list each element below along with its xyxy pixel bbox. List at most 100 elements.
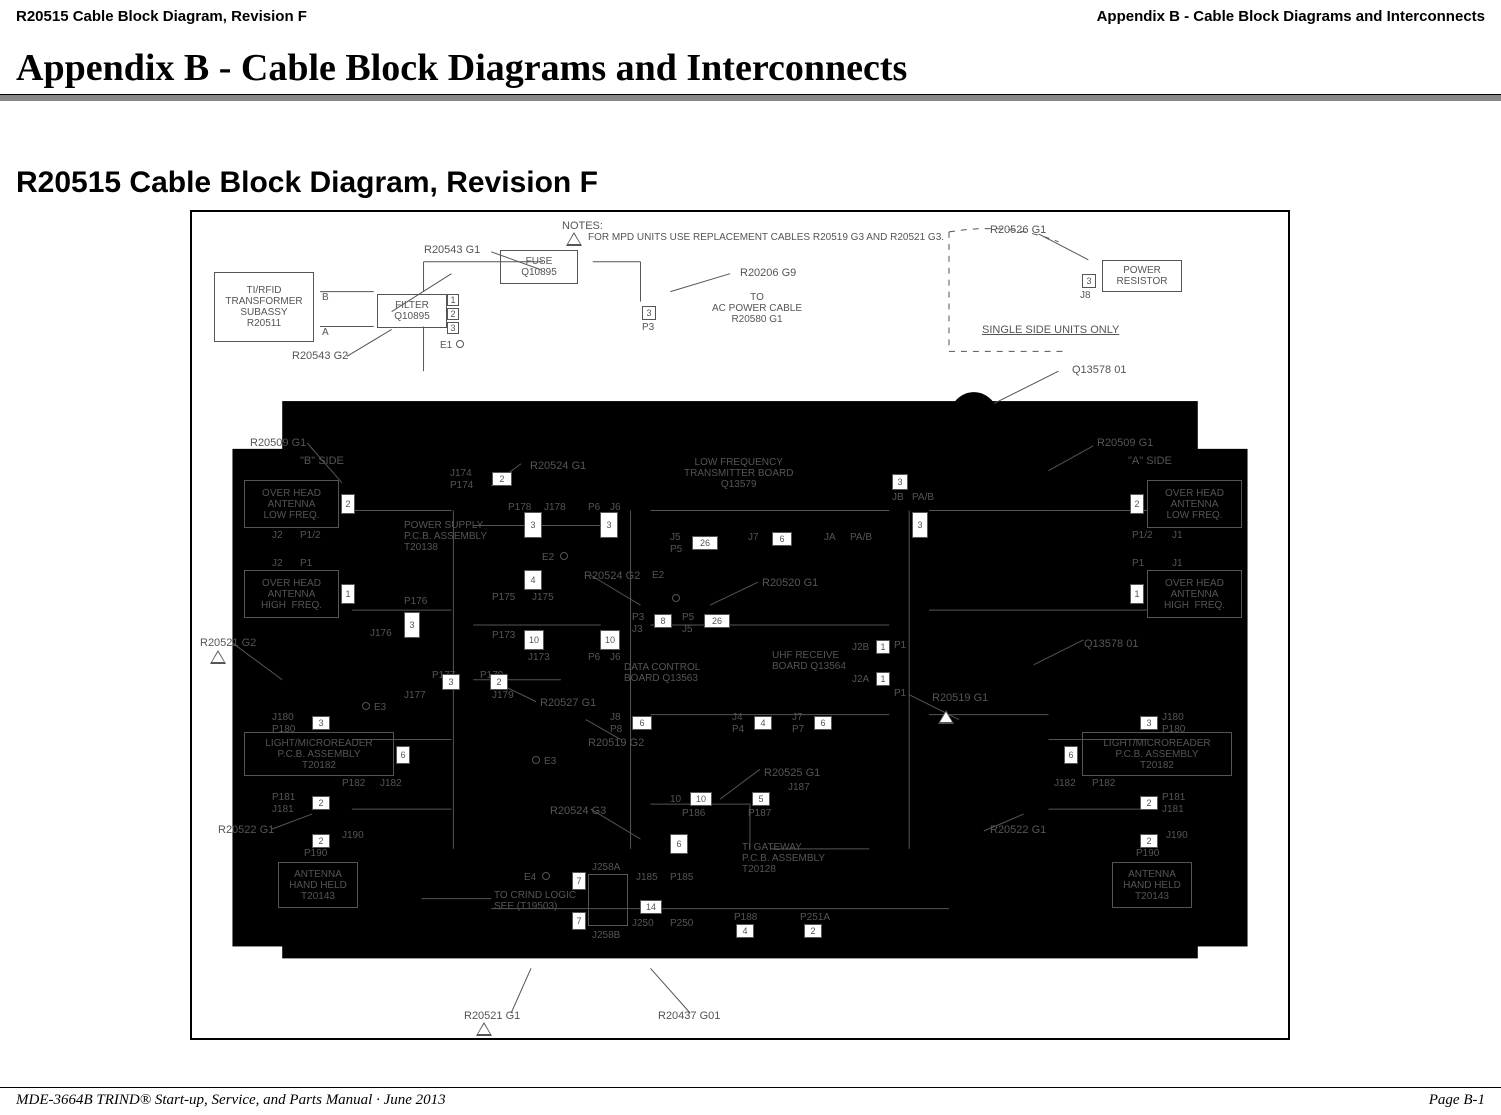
label-q13578-01-a: Q13578 01 — [1072, 364, 1126, 376]
label-j7-a: J7 — [748, 532, 759, 543]
pin-1: 1 — [447, 294, 459, 306]
label-p182b: P182 — [342, 778, 365, 789]
pin-2-lfb: 2 — [341, 494, 355, 514]
label-r20524-g1: R20524 G1 — [530, 460, 586, 472]
label-r20524-g2: R20524 G2 — [584, 570, 640, 582]
box-overhead-lf-a: OVER HEAD ANTENNA LOW FREQ. — [1147, 480, 1242, 528]
label-p7: P7 — [792, 724, 804, 735]
label-single-side: SINGLE SIDE UNITS ONLY — [982, 324, 1119, 336]
label-e2: E2 — [542, 552, 554, 563]
label-r20521-g1: R20521 G1 — [464, 1010, 520, 1022]
pin-2-190a: 2 — [1140, 834, 1158, 848]
label-r20543-g2: R20543 G2 — [292, 350, 348, 362]
section-title: R20515 Cable Block Diagram, Revision F — [16, 166, 598, 200]
label-j4: J4 — [732, 712, 743, 723]
box-overhead-lf-b: OVER HEAD ANTENNA LOW FREQ. — [244, 480, 339, 528]
label-b-side: "B" SIDE — [300, 455, 344, 467]
pin-3-pa: 3 — [912, 512, 928, 538]
label-j1-a2: J1 — [1172, 558, 1183, 569]
pin-2: 2 — [447, 308, 459, 320]
pin-5-gw: 5 — [752, 792, 770, 806]
box-transformer: TI/RFID TRANSFORMER SUBASSY R20511 — [214, 272, 314, 342]
pin-2-251: 2 — [804, 924, 822, 938]
footer-left: MDE-3664B TRIND® Start-up, Service, and … — [16, 1092, 446, 1109]
label-p3-dc: P3 — [632, 612, 644, 623]
box-power-resistor: POWER RESISTOR — [1102, 260, 1182, 292]
label-j190a: J190 — [1166, 830, 1188, 841]
label-j8b: J8 — [610, 712, 621, 723]
label-j187: J187 — [788, 782, 810, 793]
label-p12-a: P1/2 — [1132, 530, 1153, 541]
label-j2-b: J2 — [272, 530, 283, 541]
label-to-ac: TO AC POWER CABLE R20580 G1 — [712, 292, 802, 325]
pin-3-jb: 3 — [892, 474, 908, 490]
pin-2-lfa: 2 — [1130, 494, 1144, 514]
pin-7-b: 7 — [572, 912, 586, 930]
label-p6: P6 — [588, 502, 600, 513]
pin-10-ps: 10 — [524, 630, 544, 650]
label-power-supply: POWER SUPPLY P.C.B. ASSEMBLY T20138 — [404, 520, 487, 553]
label-p176: P176 — [404, 596, 427, 607]
label-p12-b: P1/2 — [300, 530, 321, 541]
label-pab-b: PA/B — [912, 492, 934, 503]
label-p1u2: P1 — [894, 688, 906, 699]
label-j178: J178 — [544, 502, 566, 513]
pin-3-180b: 3 — [312, 716, 330, 730]
pin-2-190b: 2 — [312, 834, 330, 848]
label-j7b: J7 — [792, 712, 803, 723]
label-j175: J175 — [532, 592, 554, 603]
pin-3-180a: 3 — [1140, 716, 1158, 730]
label-r20520-g1: R20520 G1 — [762, 577, 818, 589]
label-p187: P187 — [748, 808, 771, 819]
label-j179: J179 — [492, 690, 514, 701]
pin-6-lma: 6 — [1064, 746, 1078, 764]
label-j1-a: J1 — [1172, 530, 1183, 541]
header-right: Appendix B - Cable Block Diagrams and In… — [1097, 8, 1485, 25]
label-jb: JB — [892, 492, 904, 503]
appendix-title: Appendix B - Cable Block Diagrams and In… — [16, 46, 907, 90]
label-e3: E3 — [374, 702, 386, 713]
pin-jb-3: 3 — [1082, 274, 1096, 288]
label-r20509-g1-b: R20509 G1 — [250, 437, 306, 449]
flag-1-icon-b: 1 — [210, 650, 226, 664]
label-r20527-g1: R20527 G1 — [540, 697, 596, 709]
box-bracket — [588, 874, 628, 926]
label-j182a: J182 — [1054, 778, 1076, 789]
label-p181b: P181 — [272, 792, 295, 803]
label-r20522-g1-a: R20522 G1 — [990, 824, 1046, 836]
label-j177: J177 — [404, 690, 426, 701]
pin-10-gw: 10 — [690, 792, 712, 806]
label-r20521-g2: R20521 G2 — [200, 637, 256, 649]
label-p175: P175 — [492, 592, 515, 603]
pin-2-181a: 2 — [1140, 796, 1158, 810]
pin-2-181b: 2 — [312, 796, 330, 810]
pin-3-177: 3 — [442, 674, 460, 690]
label-j8: J8 — [1080, 290, 1091, 301]
label-p1-a: P1 — [1132, 558, 1144, 569]
pin-1-hfa: 1 — [1130, 584, 1144, 604]
pin-1-j2a: 1 — [876, 672, 890, 686]
label-p5-dc: P5 — [682, 612, 694, 623]
pin-6-lmb: 6 — [396, 746, 410, 764]
label-p190b: P190 — [304, 848, 327, 859]
box-antenna-hh-b: ANTENNA HAND HELD T20143 — [278, 862, 358, 908]
label-p185: P185 — [670, 872, 693, 883]
label-j258a: J258A — [592, 862, 620, 873]
label-e1: E1 — [440, 340, 452, 351]
pin-26a: 26 — [692, 536, 718, 550]
label-j176: J176 — [370, 628, 392, 639]
label-r20509-g1-a: R20509 G1 — [1097, 437, 1153, 449]
box-antenna-hh-a: ANTENNA HAND HELD T20143 — [1112, 862, 1192, 908]
label-r20524-g3: R20524 G3 — [550, 805, 606, 817]
pin-1-hfb: 1 — [341, 584, 355, 604]
label-j258b: J258B — [592, 930, 620, 941]
pin-4-ps: 4 — [524, 570, 542, 590]
label-j180a: J180 — [1162, 712, 1184, 723]
label-p190a: P190 — [1136, 848, 1159, 859]
label-r20519-g1: R20519 G1 — [932, 692, 988, 704]
pin-14: 14 — [640, 900, 662, 914]
pin-6-j8: 6 — [632, 716, 652, 730]
box-fuse: FUSE Q10895 — [500, 250, 578, 284]
pin-10-dc: 10 — [600, 630, 620, 650]
label-j185: J185 — [636, 872, 658, 883]
